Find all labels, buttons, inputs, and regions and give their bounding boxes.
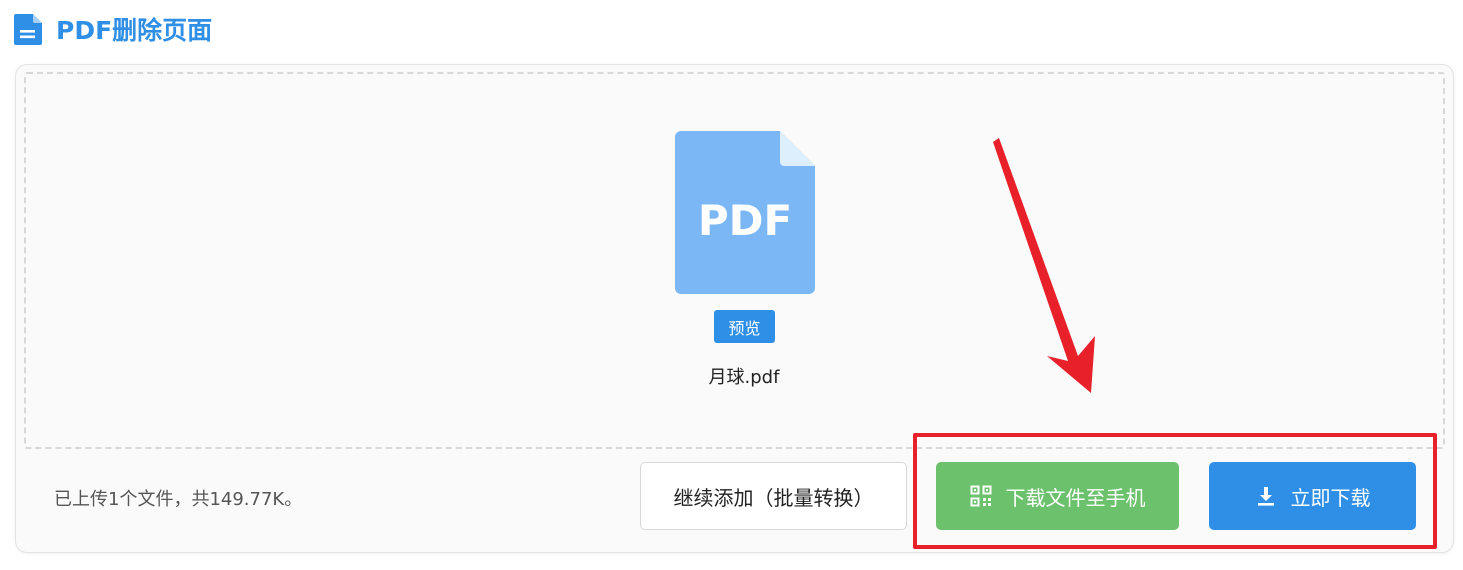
qr-code-icon (970, 485, 991, 507)
add-more-label: 继续添加（批量转换） (673, 485, 874, 510)
upload-card: PDF 预览 月球.pdf 已上传1个文件，共149.77K。 继续添加（批量转… (15, 64, 1454, 553)
pdf-thumb-label: PDF (698, 196, 792, 245)
page: PDF删除页面 PDF 预览 月球.pdf 已上传1个文件，共149.77K。 … (0, 0, 1463, 570)
add-more-files-button[interactable]: 继续添加（批量转换） (640, 462, 907, 530)
download-now-button[interactable]: 立即下载 (1209, 462, 1416, 530)
download-to-phone-label: 下载文件至手机 (1005, 485, 1146, 510)
document-icon (14, 13, 42, 45)
download-now-label: 立即下载 (1290, 485, 1371, 510)
drop-zone[interactable]: PDF 预览 月球.pdf (24, 72, 1445, 449)
page-title: PDF删除页面 (56, 16, 213, 45)
download-to-phone-button[interactable]: 下载文件至手机 (936, 462, 1179, 530)
pdf-file-icon: PDF (675, 131, 815, 294)
download-icon (1257, 487, 1274, 506)
file-name: 月球.pdf (708, 367, 780, 388)
preview-button[interactable]: 预览 (714, 310, 775, 343)
header: PDF删除页面 (14, 12, 212, 46)
pdf-file-thumbnail[interactable]: PDF (675, 131, 815, 294)
upload-status-text: 已上传1个文件，共149.77K。 (54, 489, 303, 510)
